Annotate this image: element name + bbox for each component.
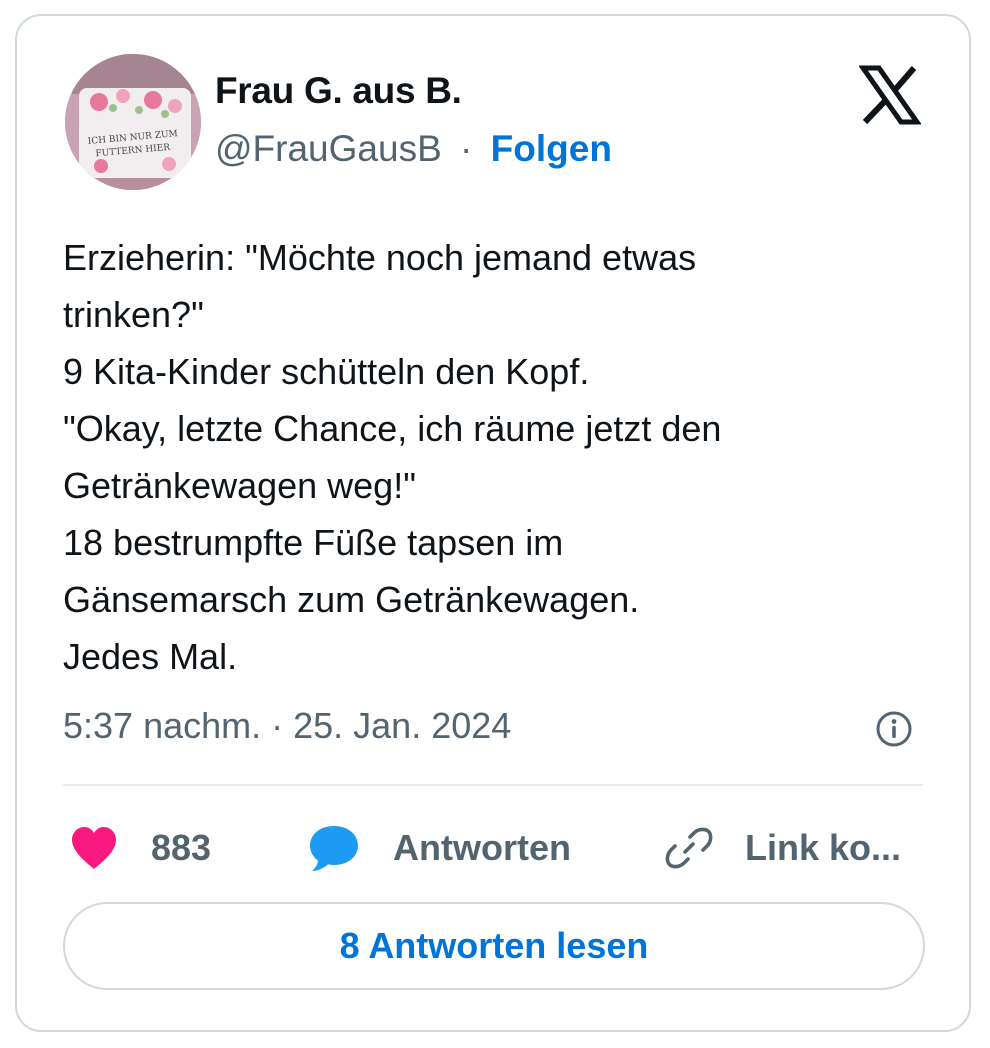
reply-button[interactable]: Antworten	[307, 818, 571, 878]
tweet-timestamp[interactable]: 5:37 nachm. · 25. Jan. 2024	[63, 705, 511, 746]
like-button[interactable]: 883	[69, 818, 211, 878]
like-count: 883	[151, 827, 212, 868]
tweet-text-line: "Okay, letzte Chance, ich räume jetzt de…	[63, 408, 722, 449]
tweet-text-line: Jedes Mal.	[63, 636, 238, 677]
author-name[interactable]: Frau G. aus B.	[215, 70, 462, 112]
tweet-text-line: Gänsemarsch zum Getränkewagen.	[63, 579, 640, 620]
read-replies-label: 8 Antworten lesen	[339, 925, 649, 966]
tweet-text-line: Getränkewagen weg!"	[63, 465, 416, 506]
x-logo-icon[interactable]	[858, 64, 922, 126]
author-avatar[interactable]: ICH BIN NUR ZUM FUTTERN HIER	[65, 54, 201, 190]
reply-label: Antworten	[393, 827, 571, 868]
info-icon[interactable]	[875, 710, 913, 748]
author-handle-row: @FrauGausB · Folgen	[215, 128, 612, 170]
tweet-text-line: Erzieherin: "Möchte noch jemand etwas	[63, 237, 697, 278]
avatar-mug-image: ICH BIN NUR ZUM FUTTERN HIER	[65, 54, 201, 190]
tweet-meta: 5:37 nachm. · 25. Jan. 2024	[63, 705, 511, 747]
tweet-embed-card: ICH BIN NUR ZUM FUTTERN HIER Frau G. aus…	[15, 14, 971, 1032]
follow-button[interactable]: Folgen	[491, 128, 612, 169]
copy-link-button[interactable]: Link ko...	[663, 818, 901, 878]
tweet-text-line: trinken?"	[63, 294, 204, 335]
copy-link-label: Link ko...	[745, 827, 902, 868]
author-handle[interactable]: @FrauGausB	[215, 128, 442, 169]
speech-bubble-icon	[310, 826, 358, 871]
tweet-text-line: 9 Kita-Kinder schütteln den Kopf.	[63, 351, 590, 392]
read-replies-button[interactable]: 8 Antworten lesen	[63, 902, 925, 990]
handle-separator: ·	[460, 128, 473, 169]
heart-icon	[72, 827, 116, 869]
tweet-text: Erzieherin: "Möchte noch jemand etwas tr…	[63, 229, 933, 685]
tweet-text-line: 18 bestrumpfte Füße tapsen im	[63, 522, 564, 563]
link-icon	[665, 827, 713, 869]
divider	[63, 784, 923, 786]
